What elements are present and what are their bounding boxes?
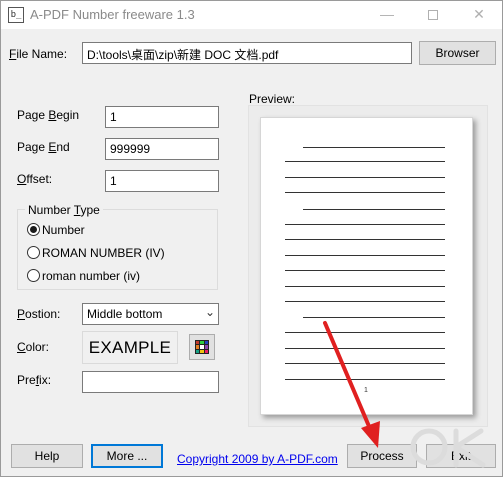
annotation-arrow-shaft [323,321,373,433]
annotation-arrow [323,321,380,448]
watermark-logo [410,428,486,468]
annotation-arrow-head [361,421,380,448]
app-window: b_ A-PDF Number freeware 1.3 — ✕ File Na… [0,0,503,477]
